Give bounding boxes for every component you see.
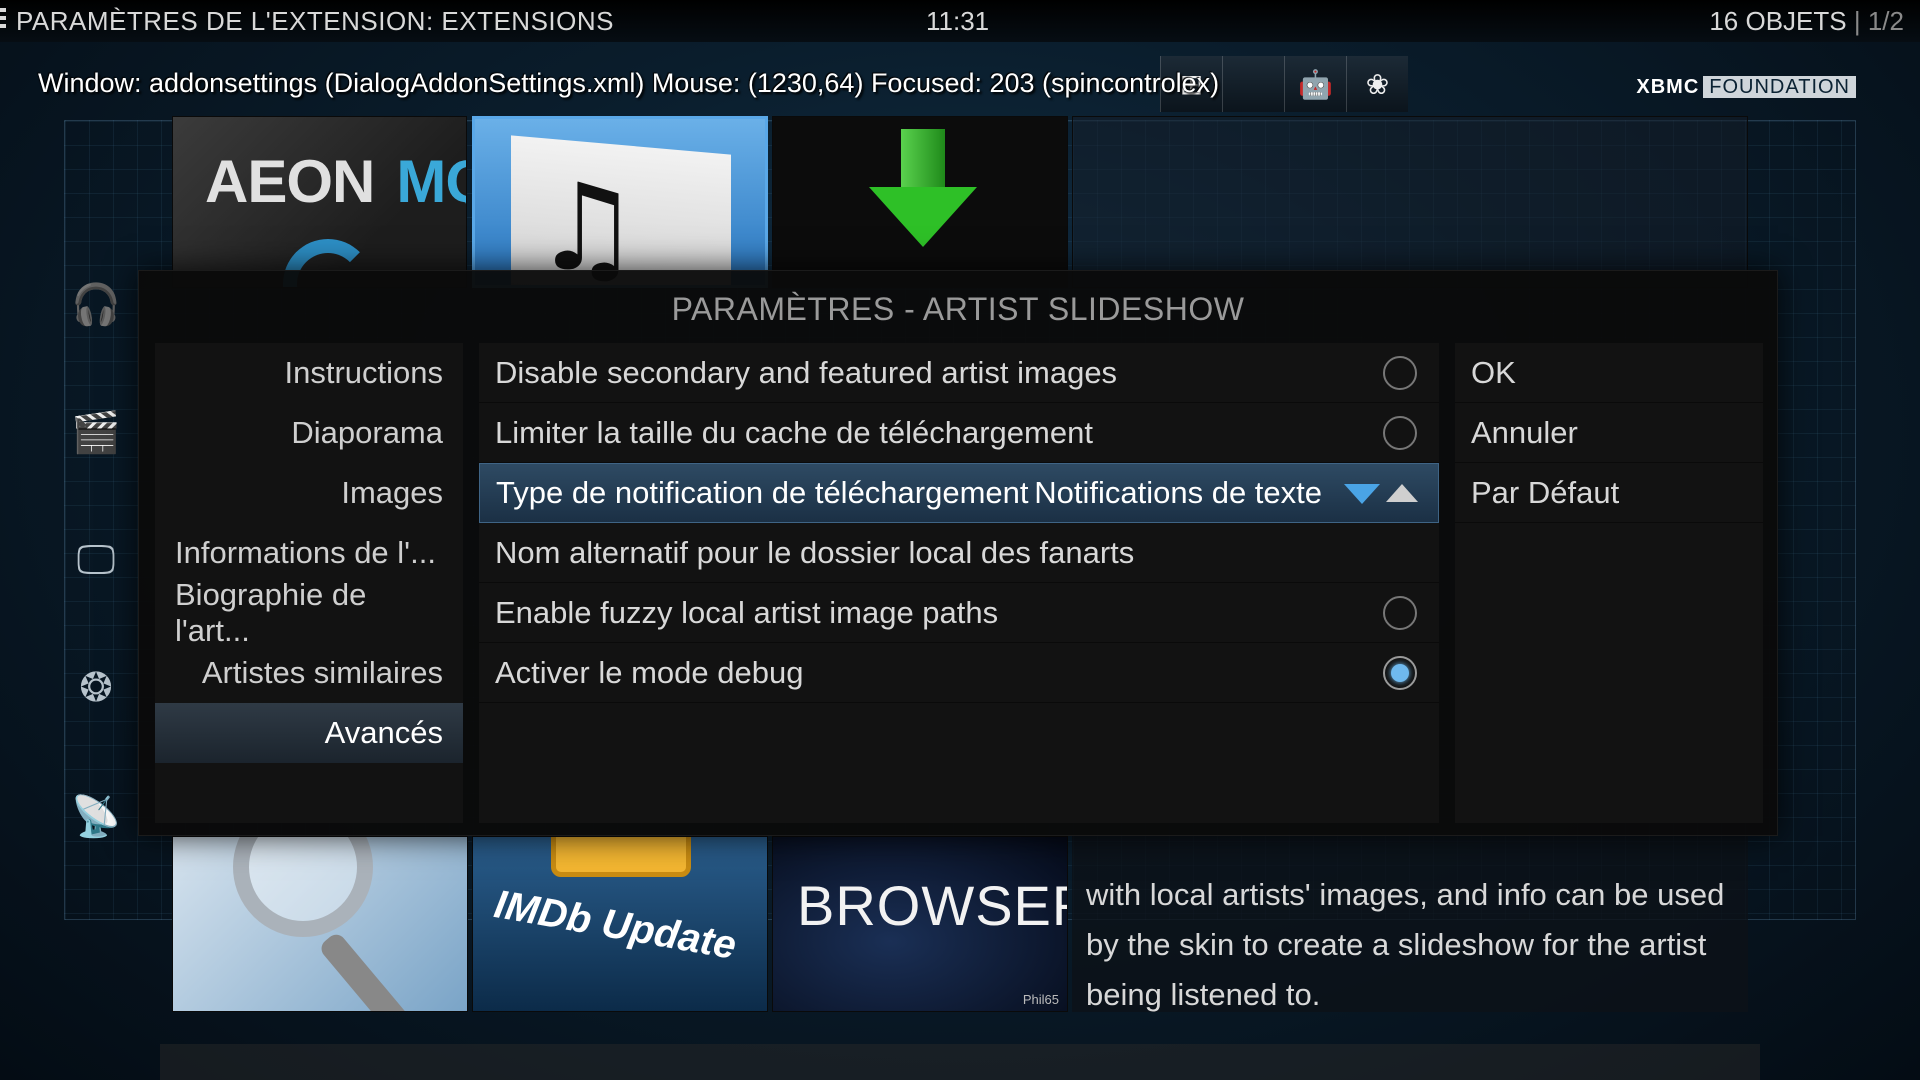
addon-description: with local artists' images, and info can…: [1086, 877, 1725, 1012]
addon-thumb-maps-browser[interactable]: BROWSER Phil65: [772, 836, 1068, 1012]
xbmc-logo-text: XBMC: [1636, 76, 1700, 98]
category-artistes-similaires[interactable]: Artistes similaires: [155, 643, 463, 703]
settings-list: Disable secondary and featured artist im…: [479, 343, 1439, 823]
setting-label: Disable secondary and featured artist im…: [495, 354, 1118, 390]
music-notes-icon: ♫: [533, 159, 641, 288]
setting-label: Type de notification de téléchargement: [496, 475, 1029, 510]
setting-label: Enable fuzzy local artist image paths: [495, 594, 999, 630]
radio-toggle-on[interactable]: [1383, 656, 1417, 690]
debug-overlay: Window: addonsettings (DialogAddonSettin…: [38, 68, 1220, 98]
download-arrow-stem: [901, 129, 945, 189]
spin-up-arrow-icon[interactable]: [1386, 484, 1418, 502]
setting-label: Activer le mode debug: [495, 654, 804, 690]
addon-thumb-artist-slideshow[interactable]: ♫: [472, 116, 768, 288]
xbmc-foundation-logo: XBMC FOUNDATION: [1636, 76, 1856, 99]
setting-fuzzy-local-paths[interactable]: Enable fuzzy local artist image paths: [479, 583, 1439, 643]
addon-settings-dialog: PARAMÈTRES - ARTIST SLIDESHOW Instructio…: [138, 270, 1778, 836]
window-title: PARAMÈTRES DE L'EXTENSION: EXTENSIONS: [0, 6, 614, 36]
raspberry-pi-icon[interactable]: ❀: [1346, 56, 1408, 112]
film-clapper-icon[interactable]: 🎬: [64, 368, 128, 496]
dialog-buttons: OK Annuler Par Défaut: [1455, 343, 1763, 823]
radio-toggle[interactable]: [1383, 356, 1417, 390]
spin-down-arrow-icon[interactable]: [1344, 484, 1380, 504]
android-icon[interactable]: 🤖: [1284, 56, 1346, 112]
tv-icon[interactable]: 🖵: [64, 496, 128, 624]
aeon-mq-logo: AEONMQ: [205, 148, 466, 215]
cancel-button[interactable]: Annuler: [1455, 403, 1763, 463]
ok-button[interactable]: OK: [1455, 343, 1763, 403]
item-count: 16 OBJETS | 1/2: [1709, 6, 1904, 36]
setting-download-notification-type[interactable]: Type de notification de téléchargement N…: [479, 463, 1439, 523]
addon-thumb-downloader[interactable]: [772, 116, 1068, 288]
setting-limit-cache-size[interactable]: Limiter la taille du cache de télécharge…: [479, 403, 1439, 463]
setting-label: Nom alternatif pour le dossier local des…: [495, 534, 1135, 570]
apple-icon[interactable]: [1222, 56, 1284, 112]
download-arrow-icon: [869, 187, 977, 247]
imdb-tab-graphic: [551, 837, 691, 877]
radio-toggle[interactable]: [1383, 596, 1417, 630]
category-instructions[interactable]: Instructions: [155, 343, 463, 403]
category-diaporama[interactable]: Diaporama: [155, 403, 463, 463]
dialog-title: PARAMÈTRES - ARTIST SLIDESHOW: [671, 291, 1245, 327]
category-avances[interactable]: Avancés: [155, 703, 463, 763]
aperture-icon[interactable]: ❂: [64, 624, 128, 752]
setting-debug-mode[interactable]: Activer le mode debug: [479, 643, 1439, 703]
addon-thumb-search[interactable]: [172, 836, 468, 1012]
headphones-icon[interactable]: 🎧: [64, 240, 128, 368]
satellite-icon[interactable]: 📡: [64, 752, 128, 880]
foundation-logo-text: FOUNDATION: [1703, 76, 1856, 98]
item-count-label: 16 OBJETS: [1709, 6, 1847, 36]
category-informations[interactable]: Informations de l'...: [155, 523, 463, 583]
addon-thumb-aeon-mq[interactable]: AEONMQ: [172, 116, 467, 288]
addon-description-panel: with local artists' images, and info can…: [1072, 836, 1748, 1012]
defaults-button[interactable]: Par Défaut: [1455, 463, 1763, 523]
magnifier-handle: [317, 930, 415, 1011]
page-indicator: 1/2: [1867, 6, 1904, 36]
maps-browser-label: BROWSER: [797, 874, 1068, 937]
category-biographie[interactable]: Biographie de l'art...: [155, 577, 463, 648]
media-sidebar: 🎧 🎬 🖵 ❂ 📡: [64, 240, 128, 880]
spin-value: Notifications de texte: [1034, 475, 1322, 510]
category-images[interactable]: Images: [155, 463, 463, 523]
maps-browser-author: Phil65: [1022, 992, 1059, 1007]
setting-alt-fanart-folder-name[interactable]: Nom alternatif pour le dossier local des…: [479, 523, 1439, 583]
addon-thumb-placeholder: [1072, 116, 1748, 288]
addon-thumb-imdb-update[interactable]: IMDb Update: [472, 836, 768, 1012]
imdb-update-label: IMDb Update: [491, 882, 740, 968]
top-bar: PARAMÈTRES DE L'EXTENSION: EXTENSIONS 11…: [0, 0, 1920, 42]
setting-disable-secondary-images[interactable]: Disable secondary and featured artist im…: [479, 343, 1439, 403]
setting-label: Limiter la taille du cache de télécharge…: [495, 414, 1093, 450]
bottom-bar: [160, 1044, 1760, 1080]
clock: 11:31: [926, 6, 990, 36]
category-list: Instructions Diaporama Images Informatio…: [155, 343, 463, 823]
radio-toggle[interactable]: [1383, 416, 1417, 450]
magnifier-icon: [233, 837, 373, 937]
